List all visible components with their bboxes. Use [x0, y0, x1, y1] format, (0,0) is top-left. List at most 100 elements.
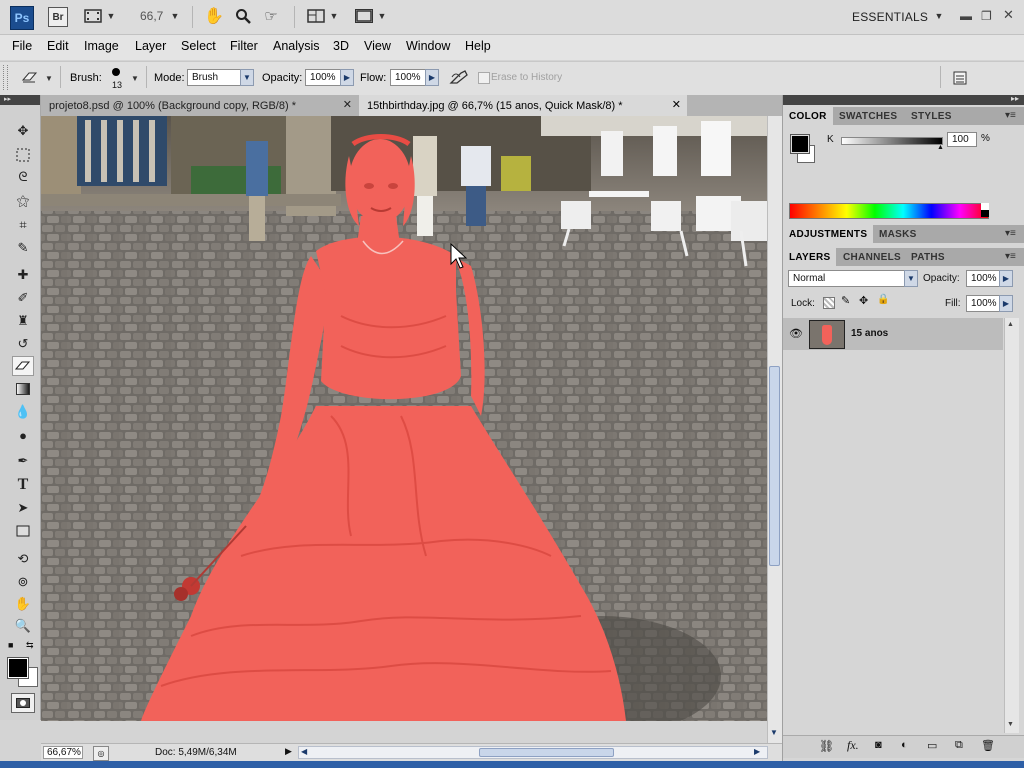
pen-tool-icon[interactable]: ✒	[12, 451, 34, 471]
layer-opacity-field[interactable]: 100%	[966, 270, 1000, 287]
chevron-right-icon[interactable]: ▶	[285, 746, 292, 757]
menu-edit[interactable]: Edit	[47, 39, 69, 53]
3d-rotate-icon[interactable]: ⟲	[12, 549, 34, 569]
chevron-down-icon[interactable]: ▼	[106, 7, 116, 25]
chevron-down-icon[interactable]: ▼	[904, 270, 918, 287]
document-canvas[interactable]	[41, 116, 767, 721]
tab-layers[interactable]: LAYERS	[783, 248, 837, 266]
chevron-down-icon[interactable]: ▼	[130, 69, 140, 87]
slider-handle-icon[interactable]: ▲	[937, 144, 944, 151]
rotate-view-icon[interactable]: ☞	[260, 7, 282, 25]
menu-select[interactable]: Select	[181, 39, 216, 53]
menu-analysis[interactable]: Analysis	[273, 39, 320, 53]
minimize-icon[interactable]: ▬	[960, 9, 972, 23]
panel-menu-icon[interactable]: ▾≡	[1005, 251, 1016, 262]
chevron-right-icon[interactable]: ▶	[425, 69, 439, 86]
panel-menu-icon[interactable]: ▾≡	[1005, 228, 1016, 239]
type-tool-icon[interactable]: T	[12, 475, 34, 495]
layers-scrollbar[interactable]: ▲ ▼	[1004, 318, 1019, 733]
horizontal-scrollbar[interactable]: ◀ ▶	[298, 746, 768, 759]
k-value-field[interactable]: 100	[947, 132, 977, 147]
tab-projeto8[interactable]: projeto8.psd @ 100% (Background copy, RG…	[41, 95, 358, 116]
eyedropper-icon[interactable]: ✎	[12, 238, 34, 258]
menu-image[interactable]: Image	[84, 39, 119, 53]
tool-presets-icon[interactable]	[950, 69, 970, 87]
flow-field[interactable]: 100%	[390, 69, 426, 86]
clone-stamp-icon[interactable]: ♜	[12, 311, 34, 331]
film-strip-icon[interactable]	[82, 7, 104, 25]
link-layers-icon[interactable]: ⛓	[819, 739, 834, 753]
chevron-left-icon[interactable]: ◀	[301, 747, 307, 756]
chevron-up-icon[interactable]: ▲	[1007, 321, 1014, 328]
chevron-right-icon[interactable]: ▶	[999, 295, 1013, 312]
menu-3d[interactable]: 3D	[333, 39, 349, 53]
hand-tool-icon[interactable]: ✋	[203, 7, 225, 25]
vertical-scrollbar[interactable]: ▼	[767, 116, 782, 743]
ramp-white-chip[interactable]	[981, 203, 989, 210]
path-selection-icon[interactable]: ➤	[12, 498, 34, 518]
zoom-level[interactable]: 66,7	[140, 9, 163, 23]
close-icon[interactable]: ✕	[343, 98, 352, 111]
menu-help[interactable]: Help	[465, 39, 491, 53]
color-fg-swatch[interactable]	[790, 134, 810, 154]
add-mask-icon[interactable]: ◙	[875, 739, 882, 751]
options-grip[interactable]	[3, 65, 8, 90]
new-group-icon[interactable]: ▭	[927, 739, 937, 752]
chevron-right-icon[interactable]: ▶	[999, 270, 1013, 287]
eye-icon[interactable]: 👁	[789, 327, 803, 340]
foreground-color-swatch[interactable]	[7, 657, 29, 679]
menu-view[interactable]: View	[364, 39, 391, 53]
close-icon[interactable]: ✕	[672, 98, 681, 111]
tab-15thbirthday[interactable]: 15thbirthday.jpg @ 66,7% (15 anos, Quick…	[359, 95, 687, 116]
tab-swatches[interactable]: SWATCHES	[833, 107, 903, 125]
restore-icon[interactable]: ❐	[981, 9, 992, 23]
panel-menu-icon[interactable]: ▾≡	[1005, 110, 1016, 121]
crop-tool-icon[interactable]: ⌗	[12, 215, 34, 235]
panel-dock-header[interactable]: ▸▸	[783, 94, 1024, 105]
chevron-right-icon[interactable]: ▶	[754, 747, 760, 756]
swap-colors-icon[interactable]: ⇆	[26, 640, 34, 651]
chevron-down-icon[interactable]: ▼	[1007, 721, 1014, 728]
k-slider[interactable]	[841, 137, 943, 145]
hand-tool-icon[interactable]: ✋	[12, 594, 34, 614]
fx-icon[interactable]: fx.	[847, 738, 859, 753]
eraser-tool-icon[interactable]	[12, 356, 34, 376]
tab-styles[interactable]: STYLES	[905, 107, 958, 125]
menu-file[interactable]: File	[12, 39, 32, 53]
new-layer-icon[interactable]: ⧉	[955, 739, 963, 752]
default-colors-icon[interactable]: ■	[8, 640, 13, 650]
zoom-tool-icon[interactable]	[232, 7, 254, 25]
tab-color[interactable]: COLOR	[783, 107, 833, 125]
gradient-tool-icon[interactable]	[12, 379, 34, 399]
airbrush-icon[interactable]	[448, 68, 472, 86]
menu-window[interactable]: Window	[406, 39, 450, 53]
tab-paths[interactable]: PATHS	[905, 248, 951, 266]
lock-all-icon[interactable]: 🔒	[877, 294, 889, 305]
scrollbar-thumb[interactable]	[479, 748, 614, 757]
arrange-documents-icon[interactable]	[305, 7, 327, 25]
zoom-tool-icon[interactable]: 🔍	[12, 616, 34, 636]
move-tool-icon[interactable]: ✥	[12, 121, 34, 141]
chevron-down-icon[interactable]: ▼	[377, 7, 387, 25]
screen-mode-icon[interactable]	[353, 7, 375, 25]
scrollbar-thumb[interactable]	[769, 366, 780, 566]
marquee-tool-icon[interactable]	[12, 145, 34, 165]
brush-tool-icon[interactable]: ✐	[12, 288, 34, 308]
history-brush-icon[interactable]: ↺	[12, 334, 34, 354]
chevron-down-icon[interactable]: ▼	[329, 7, 339, 25]
chevron-down-icon[interactable]: ▼	[770, 728, 778, 737]
menu-layer[interactable]: Layer	[135, 39, 166, 53]
workspace-switcher[interactable]: ESSENTIALS	[852, 10, 928, 24]
lock-position-icon[interactable]: ✥	[859, 294, 868, 307]
chevron-down-icon[interactable]: ▼	[44, 69, 54, 87]
brush-preview[interactable]	[112, 68, 120, 76]
eraser-tool-icon[interactable]	[18, 68, 42, 86]
lasso-tool-icon[interactable]: ᘓ	[12, 167, 34, 187]
zoom-field[interactable]: 66,67%	[43, 746, 83, 759]
launch-bridge-button[interactable]: Br	[48, 7, 68, 27]
chevron-down-icon[interactable]: ▼	[240, 69, 254, 86]
chevron-down-icon[interactable]: ▼	[933, 7, 945, 25]
mode-select[interactable]: Brush	[187, 69, 244, 86]
close-icon[interactable]: ✕	[1003, 7, 1014, 23]
color-spectrum-ramp[interactable]	[789, 203, 989, 219]
